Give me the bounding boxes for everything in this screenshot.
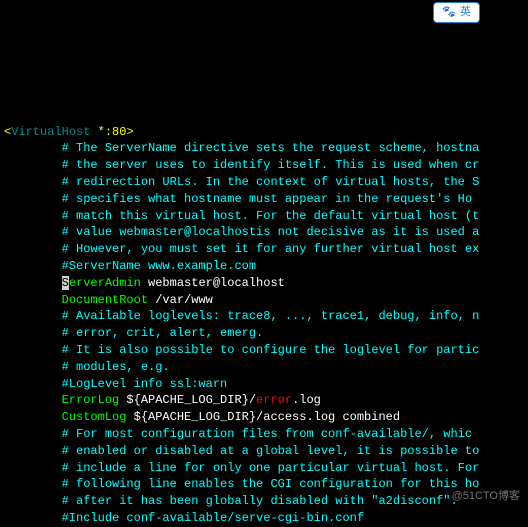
config-text: <VirtualHost *:80> # The ServerName dire…	[0, 118, 528, 527]
watermark: @51CTO博客	[452, 489, 520, 504]
ime-indicator[interactable]: 🐾英	[433, 2, 480, 23]
cursor: S	[62, 276, 69, 290]
paw-icon: 🐾	[442, 6, 456, 18]
